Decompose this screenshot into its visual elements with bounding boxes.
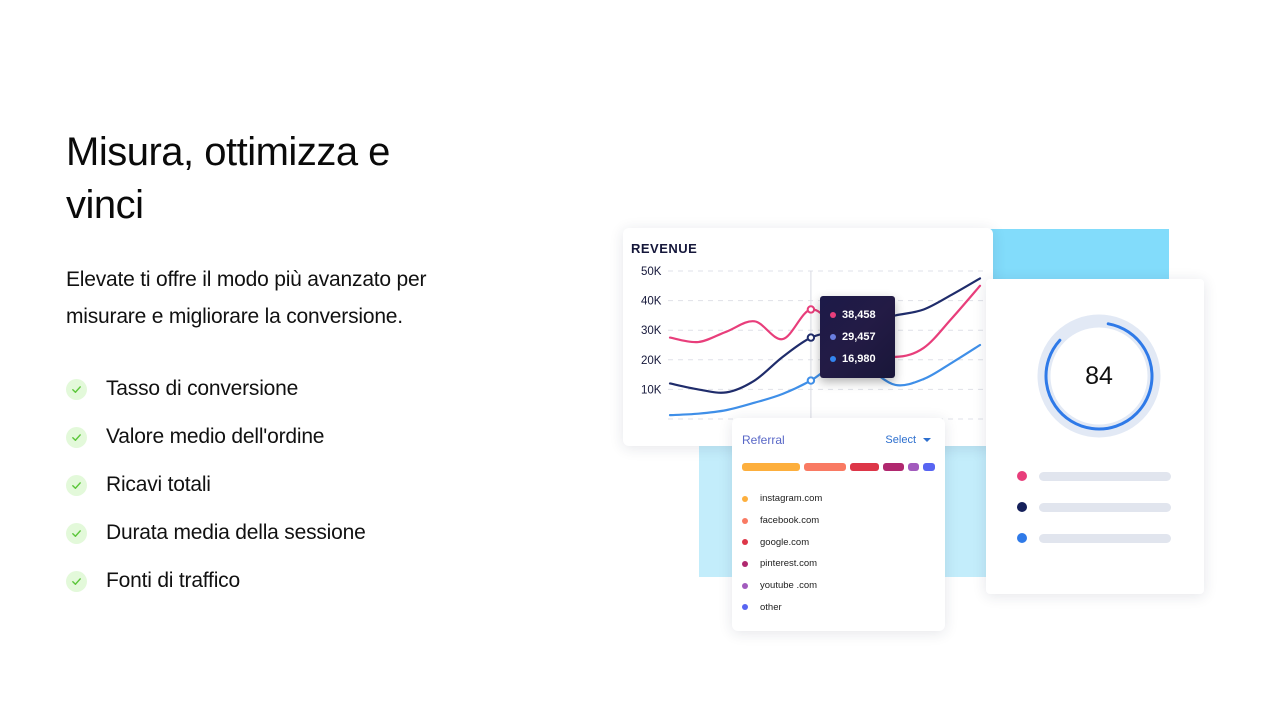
referral-source-list: instagram.com facebook.com google.com pinte… xyxy=(742,488,822,618)
y-tick-label: 40K xyxy=(641,296,662,308)
legend-dot xyxy=(1017,502,1027,512)
revenue-chart-card: 50K 40K 30K 20K 10K REVENUE xyxy=(623,228,993,446)
source-color-dot xyxy=(742,560,748,567)
tooltip-value: 38,458 xyxy=(842,309,876,321)
y-tick-label: 50K xyxy=(641,266,662,278)
source-label: youtube .com xyxy=(760,580,818,592)
score-card: 84 xyxy=(986,279,1204,594)
legend-row xyxy=(1017,502,1171,512)
referral-source-item: google.com xyxy=(742,531,822,553)
referral-select-dropdown[interactable]: Select xyxy=(885,434,931,446)
tooltip-row: 29,457 xyxy=(830,331,876,343)
check-icon xyxy=(66,474,87,496)
referral-stacked-bar xyxy=(742,463,935,471)
source-color-dot xyxy=(742,539,748,546)
referral-bar-segment xyxy=(923,463,935,471)
hover-point-navy xyxy=(806,333,816,342)
source-color-dot xyxy=(742,495,748,502)
feature-item: Ricavi totali xyxy=(66,461,466,509)
tooltip-value: 29,457 xyxy=(842,331,876,343)
lead-paragraph: Elevate ti offre il modo più avanzato pe… xyxy=(66,268,427,328)
hero-section: Misura, ottimizza e vinci Elevate ti off… xyxy=(66,126,466,605)
feature-label: Valore medio dell'ordine xyxy=(106,425,325,448)
referral-source-item: facebook.com xyxy=(742,510,822,532)
referral-bar-segment xyxy=(849,463,879,471)
referral-card: Referral Select instagram.com facebook.co… xyxy=(732,418,945,631)
feature-item: Valore medio dell'ordine xyxy=(66,413,466,461)
referral-source-item: instagram.com xyxy=(742,488,822,510)
y-tick-label: 10K xyxy=(641,384,662,396)
headline: Misura, ottimizza e vinci xyxy=(66,130,390,227)
feature-label: Tasso di conversione xyxy=(106,377,299,400)
legend-dot xyxy=(1017,533,1027,543)
referral-source-item: youtube .com xyxy=(742,575,822,597)
legend-placeholder-bar xyxy=(1039,471,1171,481)
feature-label: Fonti di traffico xyxy=(106,569,240,592)
tooltip-row: 16,980 xyxy=(830,353,876,365)
check-icon xyxy=(66,378,87,400)
referral-bar-segment xyxy=(803,463,846,471)
source-label: pinterest.com xyxy=(760,558,818,570)
feature-label: Durata media della sessione xyxy=(106,521,366,544)
select-label: Select xyxy=(885,434,916,446)
caret-down-icon xyxy=(923,438,931,442)
referral-bar-segment xyxy=(882,463,904,471)
feature-list: Tasso di conversione Valore medio dell'o… xyxy=(66,365,466,605)
revenue-line-chart: 50K 40K 30K 20K 10K xyxy=(641,266,984,420)
legend-row xyxy=(1017,471,1171,481)
chart-title: REVENUE xyxy=(631,241,698,256)
hover-point-blue xyxy=(806,376,816,385)
tooltip-row: 38,458 xyxy=(830,309,876,321)
check-icon xyxy=(66,522,87,544)
legend-placeholder-bar xyxy=(1039,533,1171,543)
series-dot xyxy=(830,312,836,318)
score-value: 84 xyxy=(1085,361,1113,390)
series-dot xyxy=(830,334,836,340)
feature-label: Ricavi totali xyxy=(106,473,211,496)
check-icon xyxy=(66,426,87,448)
referral-source-item: pinterest.com xyxy=(742,553,822,575)
referral-title: Referral xyxy=(742,433,785,447)
source-label: other xyxy=(760,601,782,613)
chart-tooltip: 38,458 29,457 16,980 xyxy=(820,296,895,378)
referral-bar-segment xyxy=(907,463,920,471)
referral-source-item: other xyxy=(742,596,822,618)
legend-dot xyxy=(1017,471,1027,481)
y-tick-label: 30K xyxy=(641,325,662,337)
source-color-dot xyxy=(742,582,748,589)
legend-placeholder-bar xyxy=(1039,502,1171,512)
feature-item: Fonti di traffico xyxy=(66,557,466,605)
hover-point-pink xyxy=(806,305,816,314)
source-label: facebook.com xyxy=(760,515,820,527)
feature-item: Tasso di conversione xyxy=(66,365,466,413)
source-label: google.com xyxy=(760,536,810,548)
series-dot xyxy=(830,356,836,362)
source-color-dot xyxy=(742,517,748,524)
tooltip-value: 16,980 xyxy=(842,353,876,365)
legend-row xyxy=(1017,533,1171,543)
referral-bar-segment xyxy=(742,463,800,471)
y-tick-label: 20K xyxy=(641,355,662,367)
feature-item: Durata media della sessione xyxy=(66,509,466,557)
check-icon xyxy=(66,570,87,592)
source-color-dot xyxy=(742,604,748,611)
source-label: instagram.com xyxy=(760,493,823,505)
